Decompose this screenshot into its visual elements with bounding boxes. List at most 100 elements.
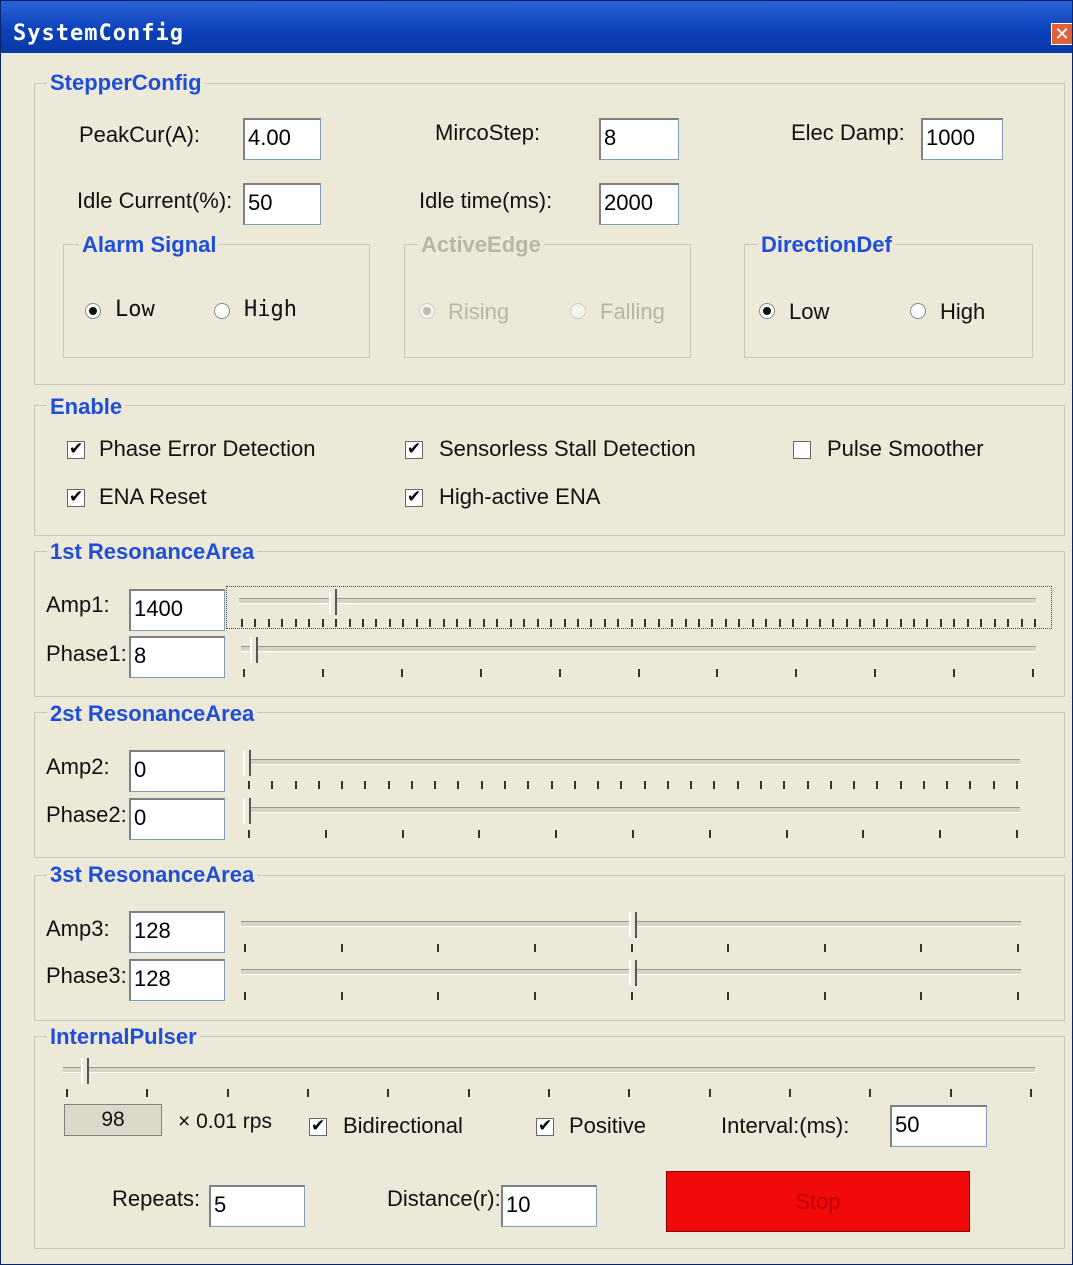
slider-tick: [859, 619, 861, 627]
interval-label: Interval:(ms):: [721, 1113, 850, 1138]
direction-high-radio[interactable]: [910, 303, 926, 319]
slider-tick: [325, 830, 327, 838]
slider-tick: [631, 619, 633, 627]
slider-tick: [364, 781, 366, 789]
bidirectional-label: Bidirectional: [343, 1113, 463, 1138]
high-active-ena-label: High-active ENA: [439, 484, 601, 509]
slider-tick: [388, 781, 390, 789]
peak-cur-input[interactable]: 4.00: [243, 118, 321, 160]
resonance2-title: 2st ResonanceArea: [47, 701, 258, 727]
slider-tick: [244, 944, 246, 952]
slider-tick: [789, 1089, 791, 1097]
slider-tick: [268, 619, 270, 627]
window-title: SystemConfig: [13, 21, 184, 46]
enable-title: Enable: [47, 394, 126, 420]
slider-tick: [437, 992, 439, 1000]
slider-tick: [760, 781, 762, 789]
active-edge-rising-radio: [419, 303, 435, 319]
system-config-window: SystemConfig ✕ StepperConfig PeakCur(A):…: [0, 0, 1073, 1265]
phase1-slider-thumb[interactable]: [250, 637, 258, 663]
slider-tick: [322, 669, 324, 677]
alarm-high-radio[interactable]: [214, 303, 230, 319]
slider-tick: [873, 619, 875, 627]
phase1-slider-track[interactable]: [241, 646, 1036, 652]
slider-tick: [638, 669, 640, 677]
pulse-smoother-checkbox[interactable]: [793, 441, 811, 459]
speed-slider-ticks: [66, 1089, 1032, 1099]
slider-tick: [631, 992, 633, 1000]
slider-tick: [437, 944, 439, 952]
microstep-label: MircoStep:: [435, 120, 541, 145]
idle-current-input[interactable]: 50: [243, 183, 321, 225]
slider-tick: [341, 944, 343, 952]
amp1-slider-thumb[interactable]: [329, 589, 337, 615]
speed-slider-thumb[interactable]: [81, 1058, 89, 1084]
phase3-slider-thumb[interactable]: [629, 960, 637, 986]
direction-low-radio[interactable]: [759, 303, 775, 319]
slider-tick: [969, 781, 971, 789]
close-icon[interactable]: ✕: [1051, 23, 1072, 45]
slider-tick: [628, 1089, 630, 1097]
amp2-slider-thumb[interactable]: [243, 750, 251, 776]
interval-input[interactable]: 50: [890, 1105, 987, 1147]
slider-tick: [698, 619, 700, 627]
stop-button[interactable]: Stop: [666, 1171, 970, 1232]
phase2-input[interactable]: 0: [129, 798, 225, 840]
phase3-input[interactable]: 128: [129, 959, 225, 1001]
phase2-slider-track[interactable]: [245, 807, 1020, 813]
active-edge-rising-label: Rising: [448, 299, 510, 324]
slider-tick: [590, 619, 592, 627]
elec-damp-input[interactable]: 1000: [921, 118, 1003, 160]
title-bar[interactable]: SystemConfig ✕: [1, 1, 1072, 53]
slider-tick: [375, 619, 377, 627]
amp1-slider-ticks: [241, 619, 1036, 629]
speed-readout: 98: [64, 1104, 162, 1136]
slider-tick: [900, 781, 902, 789]
slider-tick: [913, 619, 915, 627]
ena-reset-checkbox[interactable]: [67, 487, 85, 507]
slider-tick: [1034, 619, 1036, 627]
high-active-ena-checkbox[interactable]: [405, 487, 423, 507]
slider-tick: [555, 830, 557, 838]
slider-tick: [644, 619, 646, 627]
slider-tick: [481, 781, 483, 789]
positive-label: Positive: [569, 1113, 647, 1138]
amp1-slider-track[interactable]: [239, 598, 1036, 604]
resonance3-title: 3st ResonanceArea: [47, 862, 258, 888]
distance-input[interactable]: 10: [501, 1185, 597, 1227]
amp1-input[interactable]: 1400: [129, 589, 225, 631]
phase3-label: Phase3:: [46, 963, 127, 988]
speed-slider-track[interactable]: [63, 1067, 1035, 1073]
phase1-slider-ticks: [243, 669, 1034, 679]
sensorless-stall-checkbox[interactable]: [405, 439, 423, 459]
slider-tick: [644, 781, 646, 789]
slider-tick: [993, 781, 995, 789]
amp3-slider-thumb[interactable]: [629, 912, 637, 938]
slider-tick: [244, 992, 246, 1000]
slider-tick: [564, 619, 566, 627]
amp2-slider-track[interactable]: [245, 759, 1020, 765]
active-edge-title: ActiveEdge: [418, 232, 544, 258]
alarm-low-radio[interactable]: [85, 303, 101, 319]
amp3-input[interactable]: 128: [129, 911, 225, 953]
amp2-input[interactable]: 0: [129, 750, 225, 792]
repeats-input[interactable]: 5: [209, 1185, 305, 1227]
microstep-input[interactable]: 8: [599, 118, 679, 160]
alarm-signal-title: Alarm Signal: [79, 232, 220, 258]
phase1-input[interactable]: 8: [129, 636, 225, 678]
slider-tick: [559, 669, 561, 677]
slider-tick: [725, 619, 727, 627]
slider-tick: [322, 619, 324, 627]
slider-tick: [574, 781, 576, 789]
idle-time-input[interactable]: 2000: [599, 183, 679, 225]
slider-tick: [1030, 1089, 1032, 1097]
slider-tick: [886, 619, 888, 627]
slider-tick: [690, 781, 692, 789]
slider-tick: [478, 830, 480, 838]
slider-tick: [617, 619, 619, 627]
slider-tick: [783, 781, 785, 789]
bidirectional-checkbox[interactable]: [309, 1116, 327, 1136]
positive-checkbox[interactable]: [536, 1116, 554, 1136]
phase-error-checkbox[interactable]: [67, 439, 85, 459]
phase2-slider-thumb[interactable]: [243, 798, 251, 824]
